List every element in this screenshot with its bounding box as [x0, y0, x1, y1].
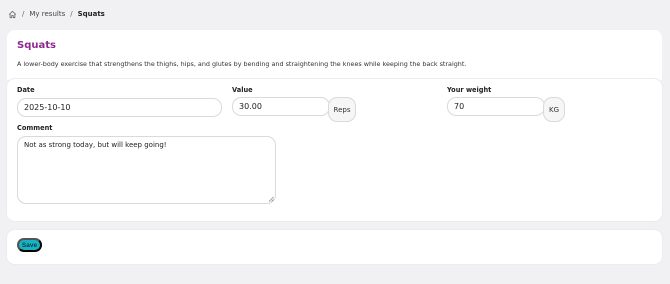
weight-input[interactable]: 70 [447, 97, 545, 116]
breadcrumb-my-results[interactable]: My results [29, 10, 65, 18]
exercise-description: A lower-body exercise that strengthens t… [17, 60, 467, 68]
date-input[interactable]: 2025-10-10 [17, 98, 222, 117]
resize-handle-icon[interactable] [268, 196, 274, 202]
breadcrumb: / My results / Squats [7, 8, 105, 20]
value-unit-addon: Reps [328, 97, 356, 122]
save-card: Save [7, 230, 662, 264]
save-button[interactable]: Save [17, 238, 42, 252]
home-icon[interactable] [7, 9, 17, 19]
breadcrumb-separator: / [70, 10, 73, 18]
weight-unit-addon: KG [543, 97, 565, 122]
result-form-card: Date 2025-10-10 Value 30.00 Reps Your we… [7, 79, 662, 221]
exercise-title: Squats [17, 40, 56, 51]
weight-label: Your weight [447, 86, 492, 94]
value-input[interactable]: 30.00 [232, 97, 330, 116]
comment-label: Comment [17, 124, 53, 132]
breadcrumb-separator: / [22, 10, 25, 18]
date-label: Date [17, 86, 35, 94]
value-label: Value [232, 86, 253, 94]
comment-textarea[interactable]: Not as strong today, but will keep going… [17, 136, 276, 204]
comment-text: Not as strong today, but will keep going… [24, 141, 167, 149]
breadcrumb-current: Squats [77, 10, 105, 18]
exercise-header-card: Squats A lower-body exercise that streng… [7, 30, 662, 80]
